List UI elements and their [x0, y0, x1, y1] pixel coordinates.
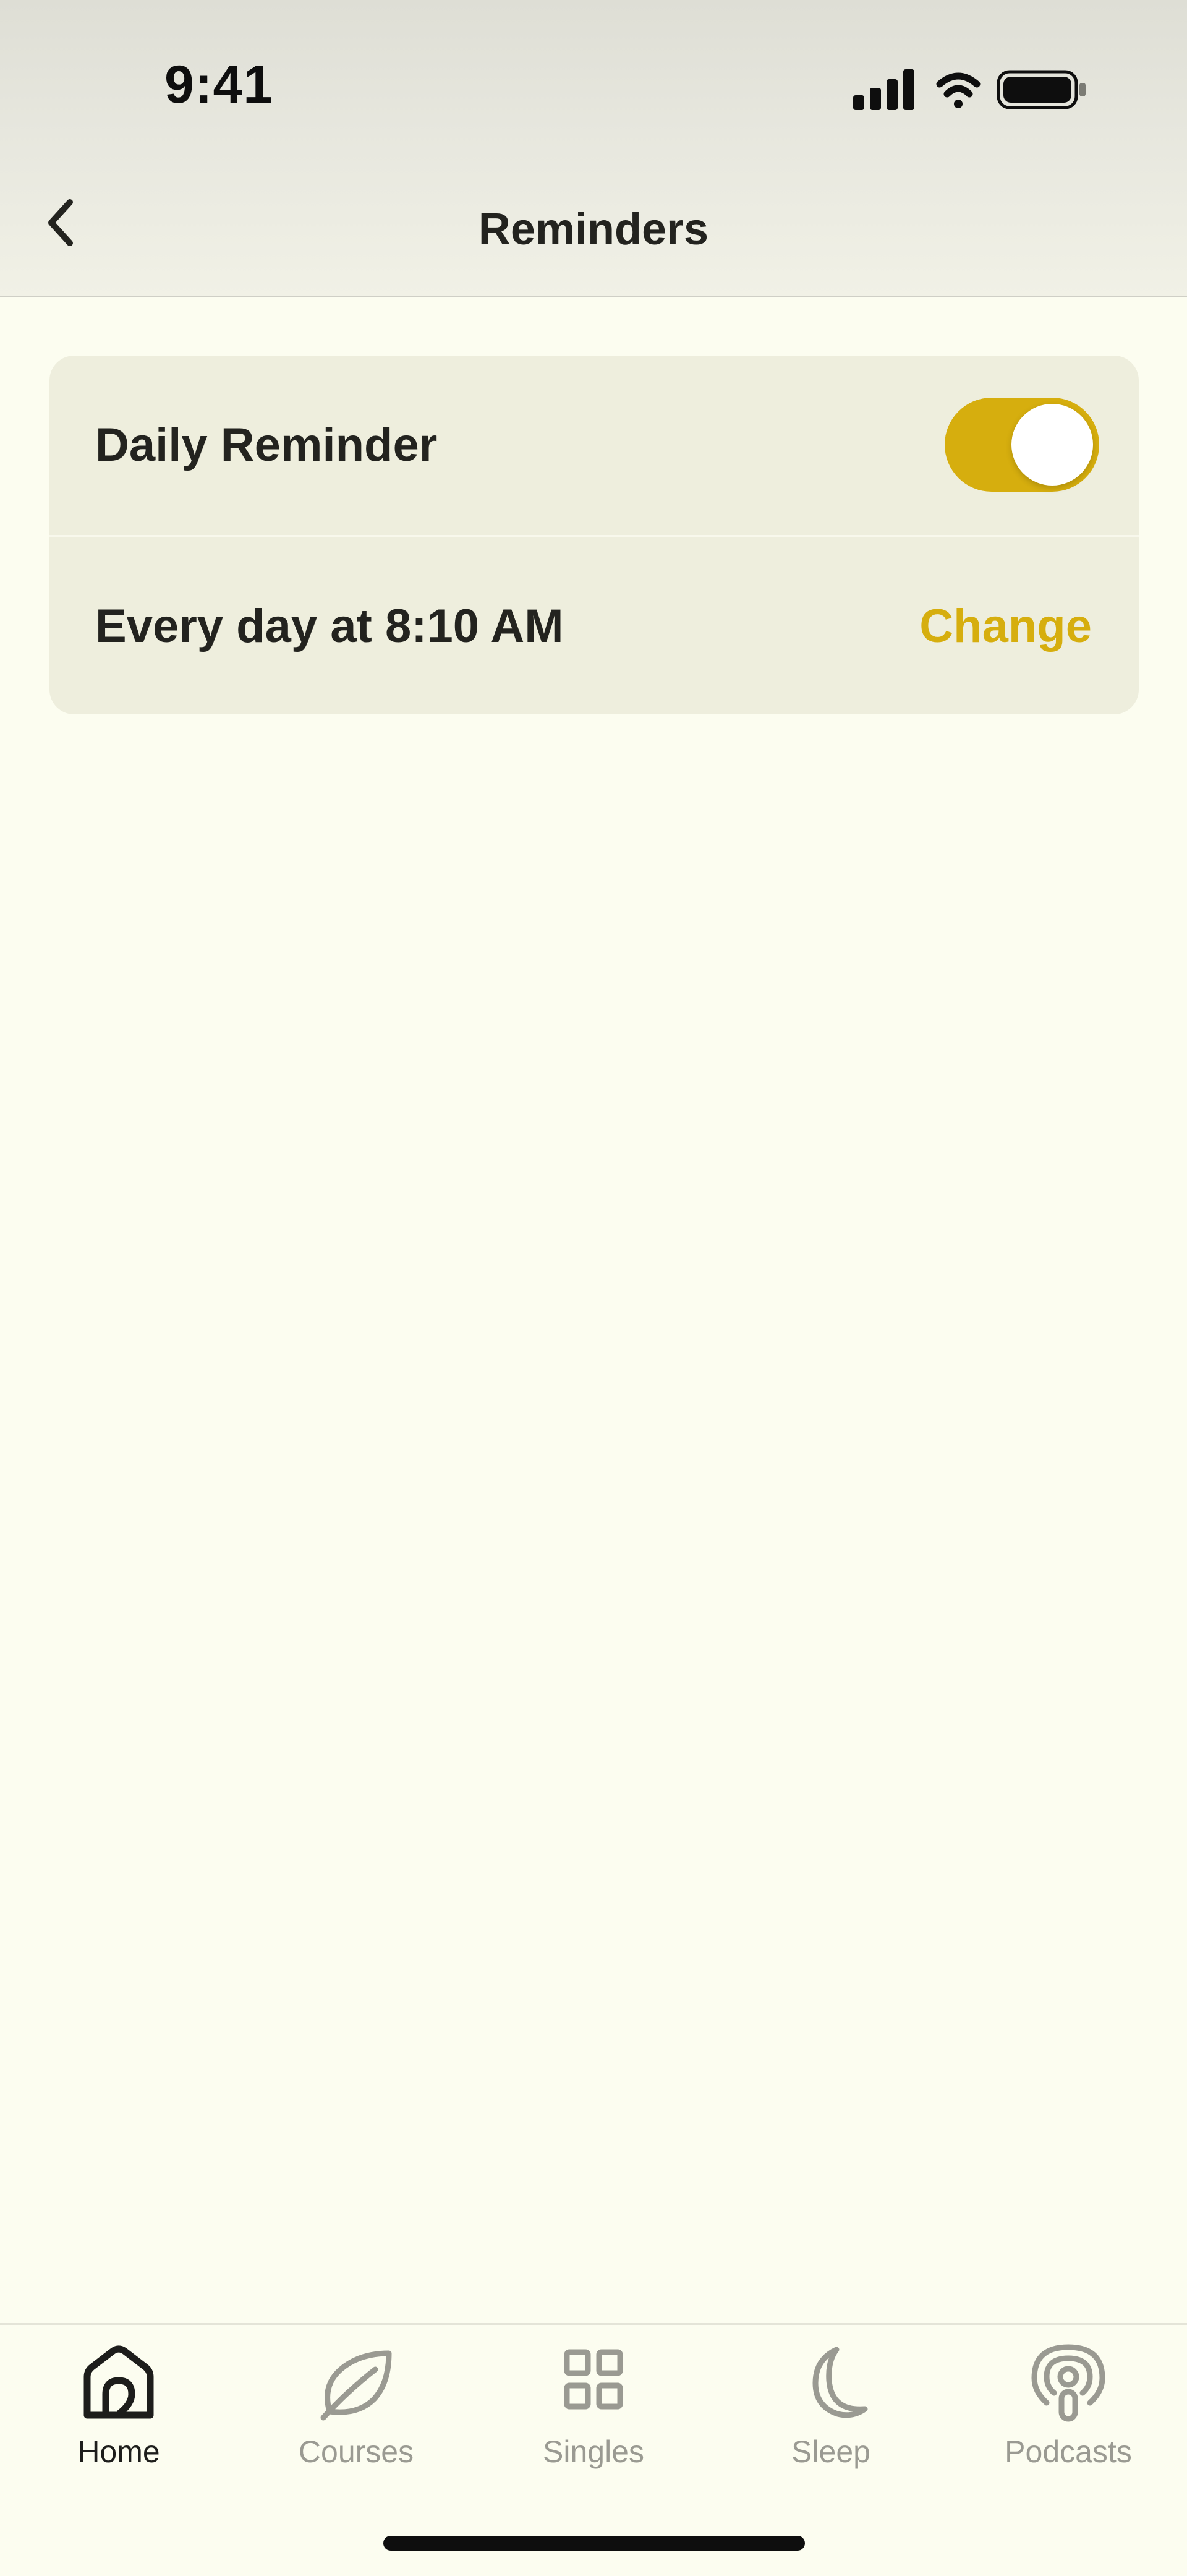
- moon-icon: [812, 2347, 868, 2418]
- reminder-card: Daily Reminder Every day at 8:10 AM Chan…: [49, 356, 1139, 714]
- tab-home[interactable]: Home: [0, 2342, 237, 2503]
- tab-sleep-label: Sleep: [791, 2434, 870, 2469]
- page-title: Reminders: [478, 205, 709, 254]
- change-button[interactable]: Change: [919, 537, 1092, 714]
- wifi-icon: [936, 72, 981, 108]
- leaf-icon: [320, 2350, 392, 2421]
- header: 9:41 Reminders: [0, 0, 1187, 297]
- toggle-knob: [1011, 404, 1093, 486]
- daily-reminder-toggle[interactable]: [945, 398, 1099, 492]
- tab-podcasts[interactable]: Podcasts: [950, 2342, 1187, 2503]
- tab-courses-label: Courses: [298, 2434, 414, 2469]
- tab-sleep[interactable]: Sleep: [712, 2342, 950, 2503]
- status-icons: [853, 68, 1088, 111]
- daily-reminder-label: Daily Reminder: [95, 419, 438, 471]
- home-indicator[interactable]: [383, 2536, 805, 2551]
- reminder-schedule-row: Every day at 8:10 AM Change: [49, 535, 1139, 714]
- status-time: 9:41: [164, 55, 274, 114]
- battery-icon: [997, 70, 1086, 109]
- tab-podcasts-label: Podcasts: [1005, 2434, 1132, 2469]
- reminder-schedule-text: Every day at 8:10 AM: [95, 600, 564, 653]
- cellular-signal-icon: [853, 69, 914, 110]
- grid-icon: [564, 2349, 623, 2410]
- tab-singles[interactable]: Singles: [475, 2342, 712, 2503]
- tab-courses[interactable]: Courses: [237, 2342, 475, 2503]
- podcast-icon: [1031, 2344, 1105, 2422]
- tab-singles-label: Singles: [543, 2434, 644, 2469]
- home-icon: [83, 2345, 154, 2419]
- tab-home-label: Home: [77, 2434, 160, 2469]
- daily-reminder-row: Daily Reminder: [49, 356, 1139, 535]
